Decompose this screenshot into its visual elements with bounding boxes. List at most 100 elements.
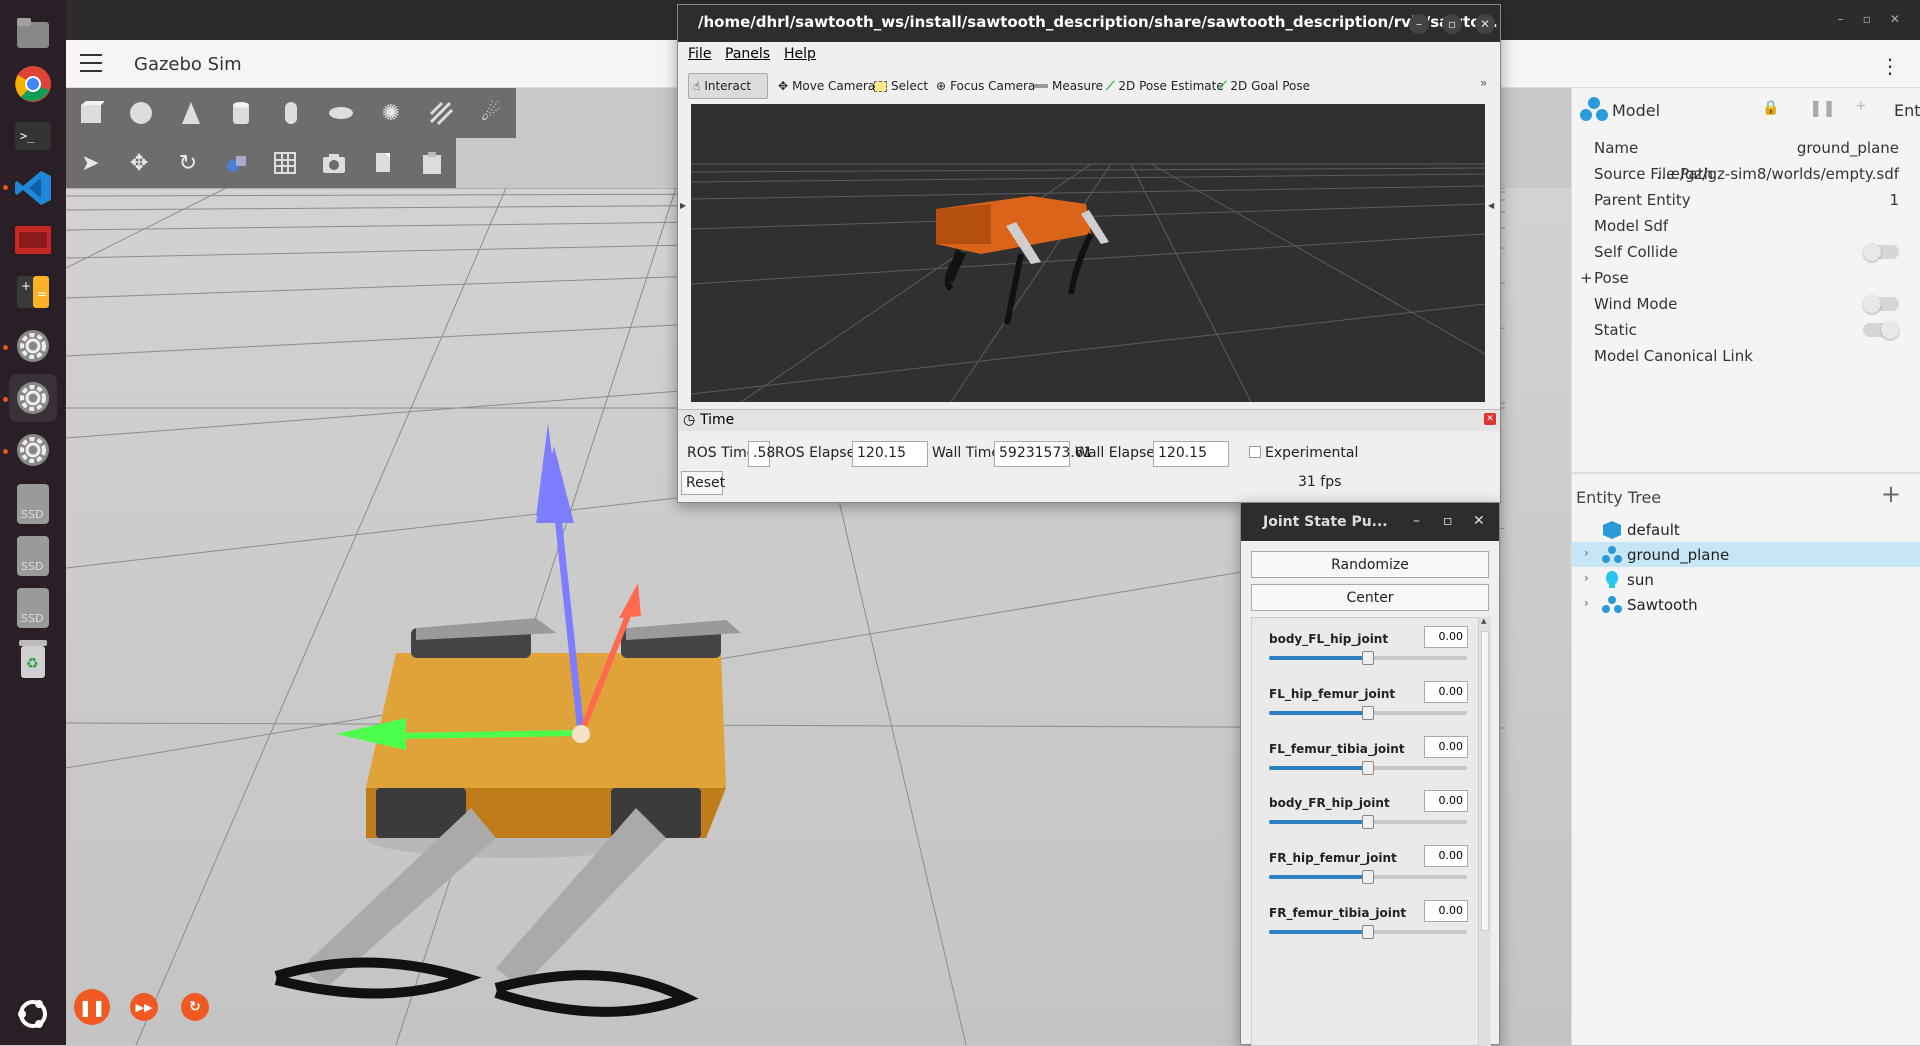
window-controls[interactable]: – ▫ ✕	[1838, 12, 1900, 26]
expand-chevron-icon[interactable]: ›	[1584, 546, 1589, 560]
screenshot-icon[interactable]	[310, 138, 359, 188]
move-camera-tool[interactable]: ✥ Move Camera	[774, 73, 879, 99]
slider-handle[interactable]	[1362, 815, 1374, 830]
close-icon[interactable]: ✕	[1475, 14, 1495, 34]
hamburger-menu-icon[interactable]	[80, 54, 102, 72]
randomize-button[interactable]: Randomize	[1251, 551, 1489, 578]
joint-value-field[interactable]: 0.00	[1424, 790, 1468, 813]
slider-handle[interactable]	[1362, 705, 1374, 720]
pause-icon[interactable]: ❚❚	[74, 989, 110, 1025]
joint-slider[interactable]	[1269, 760, 1467, 775]
show-apps-icon[interactable]	[9, 990, 57, 1038]
select-tool[interactable]: Select	[870, 73, 932, 99]
joint-value-field[interactable]: 0.00	[1424, 680, 1468, 703]
terminal-icon[interactable]: >_	[9, 112, 57, 160]
cone-icon[interactable]	[166, 88, 216, 138]
ros-elapsed-field[interactable]: 120.15	[852, 441, 928, 467]
vscode-icon[interactable]	[9, 164, 57, 212]
lock-icon[interactable]: 🔒	[1762, 100, 1779, 116]
collapse-left-icon[interactable]: ▶	[680, 201, 686, 210]
trash-icon[interactable]: ♻	[9, 636, 57, 684]
translate-icon[interactable]: ✥	[115, 138, 164, 188]
box-icon[interactable]	[66, 88, 116, 138]
expand-chevron-icon[interactable]: ›	[1584, 596, 1589, 610]
joint-value-field[interactable]: 0.00	[1424, 845, 1468, 868]
close-icon[interactable]: ✕	[1473, 513, 1485, 529]
center-button[interactable]: Center	[1251, 584, 1489, 611]
maximize-icon[interactable]: ▫	[1443, 513, 1453, 529]
component-key[interactable]: Pose	[1594, 269, 1629, 287]
toggle-switch[interactable]	[1863, 243, 1899, 261]
spot-light-icon[interactable]: ☄	[466, 88, 516, 138]
toggle-switch[interactable]	[1863, 321, 1899, 339]
sphere-icon[interactable]	[116, 88, 166, 138]
sun-light-icon[interactable]: ✺	[366, 88, 416, 138]
more-options-icon[interactable]: ⋮	[1880, 54, 1900, 78]
joint-slider[interactable]	[1269, 651, 1467, 665]
ssd-icon[interactable]: SSD	[9, 584, 57, 632]
ellipsoid-icon[interactable]	[316, 88, 366, 138]
expand-icon[interactable]: +	[1580, 269, 1593, 287]
slider-handle[interactable]	[1362, 925, 1374, 939]
joint-slider[interactable]	[1269, 870, 1467, 885]
joint-slider[interactable]	[1269, 815, 1467, 830]
minimize-icon[interactable]: –	[1409, 14, 1429, 34]
toggle-switch[interactable]	[1863, 295, 1899, 313]
add-component-icon[interactable]: +	[1855, 98, 1867, 114]
joint-value-field[interactable]: 0.00	[1424, 900, 1468, 922]
overflow-chevron-icon[interactable]: »	[1480, 76, 1487, 90]
measure-tool[interactable]: Measure	[1030, 73, 1107, 99]
transform-icon[interactable]	[212, 138, 261, 188]
robot-model[interactable]	[274, 618, 741, 1017]
wall-elapsed-field[interactable]: 120.15	[1153, 441, 1229, 467]
settings-icon[interactable]	[9, 374, 57, 422]
settings-icon[interactable]	[9, 426, 57, 474]
slider-handle[interactable]	[1362, 651, 1374, 665]
app-icon[interactable]	[9, 216, 57, 264]
grid-icon[interactable]	[261, 138, 310, 188]
ssd-icon[interactable]: SSD	[9, 480, 57, 528]
select-arrow-icon[interactable]: ➤	[66, 138, 115, 188]
add-entity-icon[interactable]: +	[1881, 480, 1901, 508]
joint-value-field[interactable]: 0.00	[1424, 626, 1468, 648]
joint-slider[interactable]	[1269, 925, 1467, 939]
chrome-icon[interactable]	[9, 60, 57, 108]
experimental-checkbox[interactable]	[1249, 446, 1261, 458]
entity-tree-item[interactable]: › sun	[1572, 567, 1920, 592]
joint-list-scrollbar[interactable]: ▲	[1479, 617, 1491, 1046]
rviz-3d-view[interactable]	[690, 104, 1486, 403]
collapse-right-icon[interactable]: ◀	[1488, 201, 1494, 210]
slider-handle[interactable]	[1362, 760, 1374, 775]
menu-panels[interactable]: Panels	[725, 46, 770, 62]
entity-tree-item[interactable]: › Sawtooth	[1572, 592, 1920, 617]
menu-file[interactable]: File	[688, 46, 711, 62]
menu-help[interactable]: Help	[784, 46, 816, 62]
expand-chevron-icon[interactable]: ›	[1584, 571, 1589, 585]
calculator-icon[interactable]: + =	[9, 268, 57, 316]
ssd-icon[interactable]: SSD	[9, 532, 57, 580]
files-icon[interactable]	[9, 8, 57, 56]
entity-tree-item[interactable]: default	[1572, 517, 1920, 542]
step-icon[interactable]: ▶▶	[130, 993, 158, 1021]
close-panel-icon[interactable]: ✕	[1484, 413, 1496, 425]
paste-icon[interactable]	[407, 138, 456, 188]
directional-light-icon[interactable]	[416, 88, 466, 138]
goal-pose-tool[interactable]: ⟋ 2D Goal Pose	[1214, 73, 1314, 99]
ros-time-field[interactable]: .58	[748, 441, 775, 467]
reset-button[interactable]: Reset	[681, 471, 725, 495]
focus-camera-tool[interactable]: ⊕ Focus Camera	[932, 73, 1039, 99]
cylinder-icon[interactable]	[216, 88, 266, 138]
capsule-icon[interactable]	[266, 88, 316, 138]
settings-icon[interactable]	[9, 322, 57, 370]
joint-value-field[interactable]: 0.00	[1424, 735, 1468, 758]
reset-icon[interactable]: ↻	[181, 993, 209, 1021]
pose-estimate-tool[interactable]: ⟋ 2D Pose Estimate	[1102, 73, 1228, 99]
interact-tool[interactable]: ☝ Interact	[688, 73, 768, 99]
slider-handle[interactable]	[1362, 870, 1374, 885]
minimize-icon[interactable]: –	[1413, 513, 1420, 529]
entity-tree-item[interactable]: › ground_plane	[1572, 542, 1920, 567]
joint-slider[interactable]	[1269, 705, 1467, 720]
maximize-icon[interactable]: ▫	[1442, 14, 1462, 34]
wall-time-field[interactable]: 59231573.61	[994, 441, 1093, 467]
rotate-icon[interactable]: ↻	[164, 138, 213, 188]
